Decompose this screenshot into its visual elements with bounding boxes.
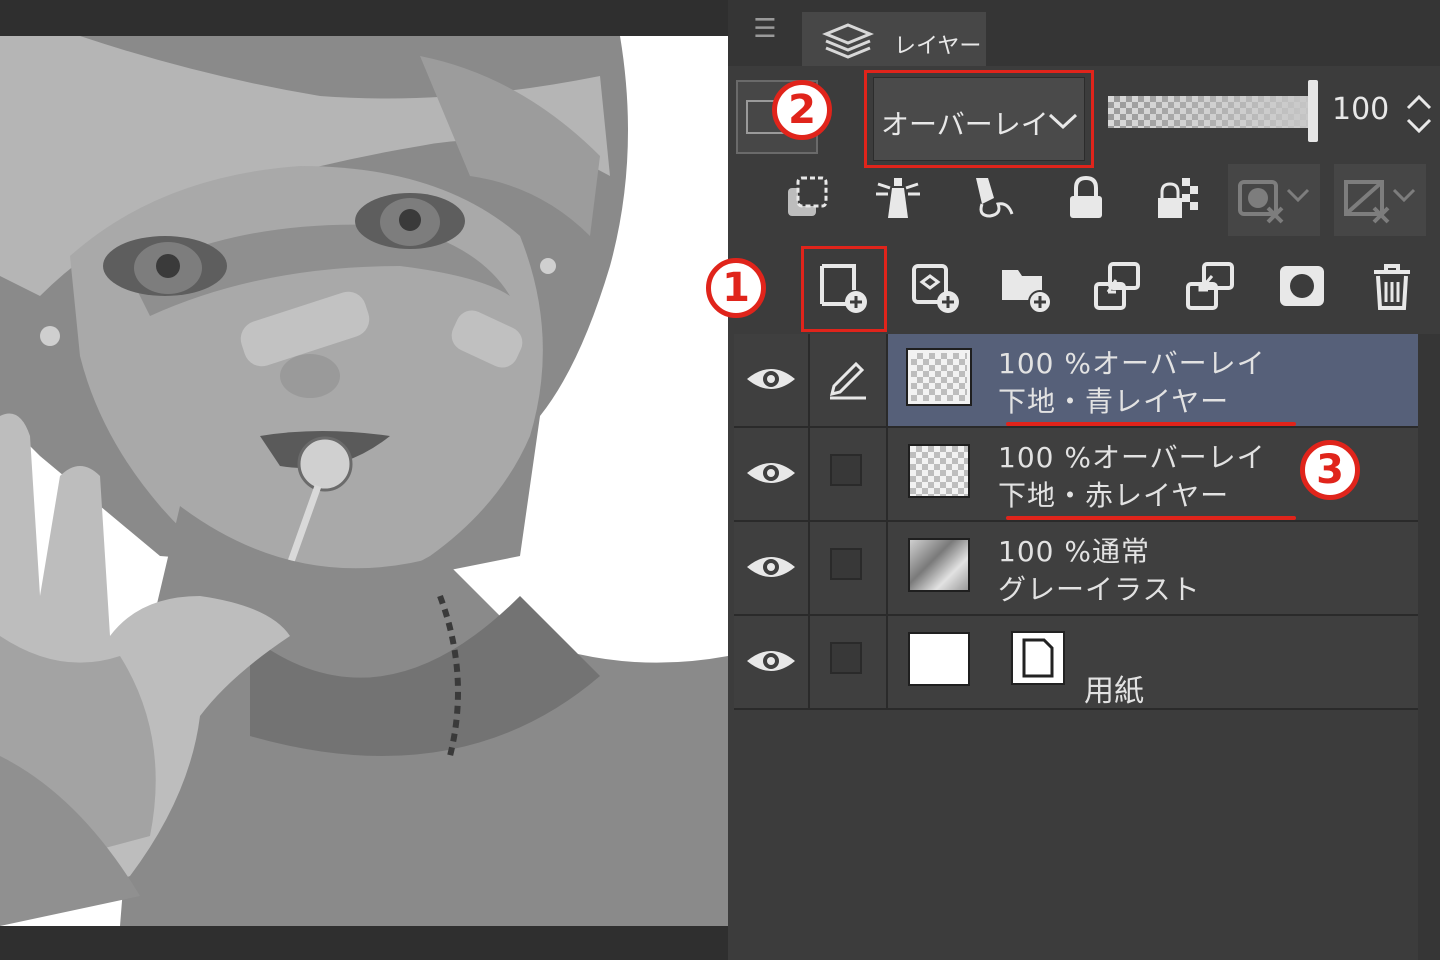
layer-thumbnail — [908, 538, 970, 592]
layer-row[interactable]: 100 %通常 グレーイラスト — [734, 522, 1418, 616]
mask-enable-icon[interactable] — [1228, 164, 1320, 236]
editing-target-toggle[interactable] — [810, 428, 888, 520]
clip-to-layer-below-icon[interactable] — [784, 174, 832, 222]
layer-row[interactable]: 用紙 — [734, 616, 1418, 710]
layers-stack-icon — [822, 22, 874, 66]
layer-panel: ☰ レイヤー 2 オーバーレイ 100 1 100 %オーバーレイ 下地・青レイ… — [706, 0, 1440, 960]
layer-name: グレーイラスト — [998, 573, 1201, 606]
blend-mode-value: オーバーレイ — [881, 108, 1049, 141]
layer-name-cell[interactable]: 用紙 — [888, 616, 1418, 709]
lock-layer-icon[interactable] — [1062, 174, 1110, 222]
panel-scrollbar[interactable] — [1418, 334, 1440, 960]
layer-name: 下地・赤レイヤー — [998, 479, 1230, 512]
layer-actions-row: 1 — [706, 242, 1440, 332]
layer-thumbnail — [908, 632, 970, 686]
visibility-toggle[interactable] — [734, 428, 810, 520]
panel-menu-button[interactable]: ☰ — [750, 14, 780, 48]
create-mask-icon[interactable] — [1274, 260, 1330, 316]
editing-target-toggle[interactable] — [810, 522, 888, 614]
editing-checkbox[interactable] — [830, 548, 862, 580]
merge-down-icon[interactable] — [1182, 260, 1238, 316]
mask-show-icon[interactable] — [1334, 164, 1426, 236]
annotation-underline — [1006, 516, 1296, 520]
layer-properties-row: 2 オーバーレイ 100 — [728, 66, 1440, 168]
delete-layer-icon[interactable] — [1364, 260, 1420, 316]
layer-thumbnail — [908, 444, 970, 498]
reference-layer-icon[interactable] — [874, 174, 922, 222]
layer-name-cell[interactable]: 100 %通常 グレーイラスト — [888, 522, 1418, 614]
canvas-area[interactable] — [0, 0, 728, 960]
visibility-toggle[interactable] — [734, 522, 810, 614]
layer-blend-info: 100 %オーバーレイ — [998, 347, 1266, 380]
visibility-toggle[interactable] — [734, 334, 810, 426]
blend-mode-dropdown[interactable]: オーバーレイ — [864, 70, 1094, 168]
layer-blend-info: 100 %通常 — [998, 535, 1150, 568]
layer-blend-info: 100 %オーバーレイ — [998, 441, 1266, 474]
grayscale-illustration[interactable] — [0, 36, 728, 926]
tab-layer[interactable]: レイヤー — [802, 12, 986, 66]
editing-target-toggle[interactable] — [810, 334, 888, 426]
visibility-toggle[interactable] — [734, 616, 810, 708]
opacity-slider-handle[interactable] — [1308, 80, 1318, 142]
layer-thumbnail — [906, 348, 972, 406]
tab-layer-label: レイヤー — [894, 34, 982, 59]
chevron-down-icon — [1047, 111, 1079, 135]
annotation-marker-2: 2 — [772, 80, 832, 140]
eye-icon — [747, 651, 795, 671]
eye-icon — [747, 463, 795, 483]
up-down-arrows-icon[interactable] — [1404, 92, 1434, 136]
new-vector-layer-icon[interactable] — [908, 260, 964, 316]
transfer-to-lower-layer-icon[interactable] — [1090, 260, 1146, 316]
layer-name: 用紙 — [1084, 674, 1144, 709]
eye-icon — [747, 557, 795, 577]
new-folder-icon[interactable] — [998, 260, 1054, 316]
eye-icon — [747, 369, 795, 389]
opacity-slider[interactable] — [1108, 96, 1312, 128]
layer-row[interactable]: 100 %オーバーレイ 下地・青レイヤー — [734, 334, 1418, 428]
editing-checkbox[interactable] — [830, 642, 862, 674]
draft-layer-icon[interactable] — [968, 174, 1016, 222]
paper-icon — [1010, 630, 1066, 686]
new-raster-layer-icon[interactable] — [816, 260, 872, 316]
layer-flags-row — [728, 162, 1440, 242]
editing-checkbox[interactable] — [830, 454, 862, 486]
layer-name-cell[interactable]: 100 %オーバーレイ 下地・青レイヤー — [888, 334, 1418, 426]
lock-transparency-icon[interactable] — [1154, 174, 1202, 222]
annotation-marker-3: 3 — [1300, 440, 1360, 500]
editing-target-toggle[interactable] — [810, 616, 888, 708]
pencil-icon — [829, 361, 866, 400]
layer-name: 下地・青レイヤー — [998, 385, 1230, 418]
opacity-value[interactable]: 100 — [1332, 92, 1389, 127]
annotation-marker-1: 1 — [706, 258, 766, 318]
annotation-underline — [1006, 422, 1296, 426]
panel-tab-bar: ☰ レイヤー — [728, 0, 1440, 66]
illustration-image — [0, 36, 728, 926]
